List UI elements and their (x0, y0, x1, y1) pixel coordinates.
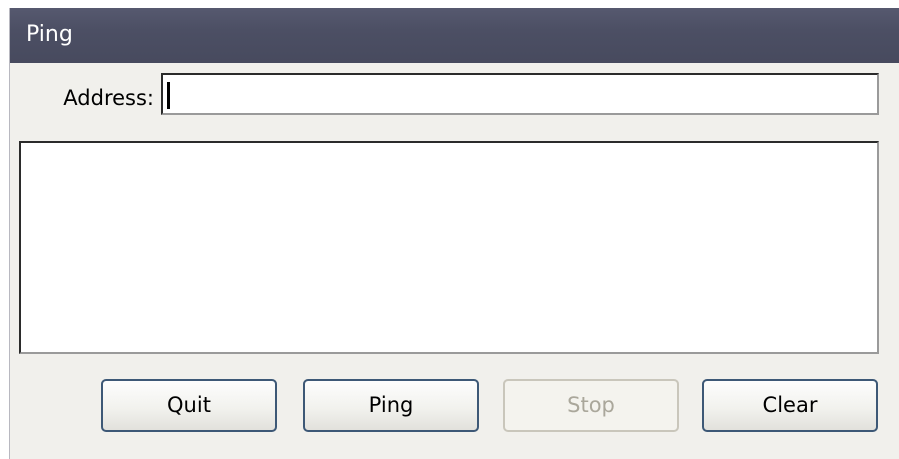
text-cursor (167, 82, 170, 109)
stop-button: Stop (503, 379, 679, 432)
ping-output-area[interactable] (19, 141, 879, 354)
clear-button[interactable]: Clear (702, 379, 878, 432)
title-bar[interactable]: Ping (10, 8, 899, 63)
quit-button[interactable]: Quit (101, 379, 277, 432)
address-input[interactable] (161, 73, 879, 115)
ping-button[interactable]: Ping (303, 379, 479, 432)
address-label: Address: (63, 86, 154, 110)
window-title: Ping (26, 22, 73, 47)
